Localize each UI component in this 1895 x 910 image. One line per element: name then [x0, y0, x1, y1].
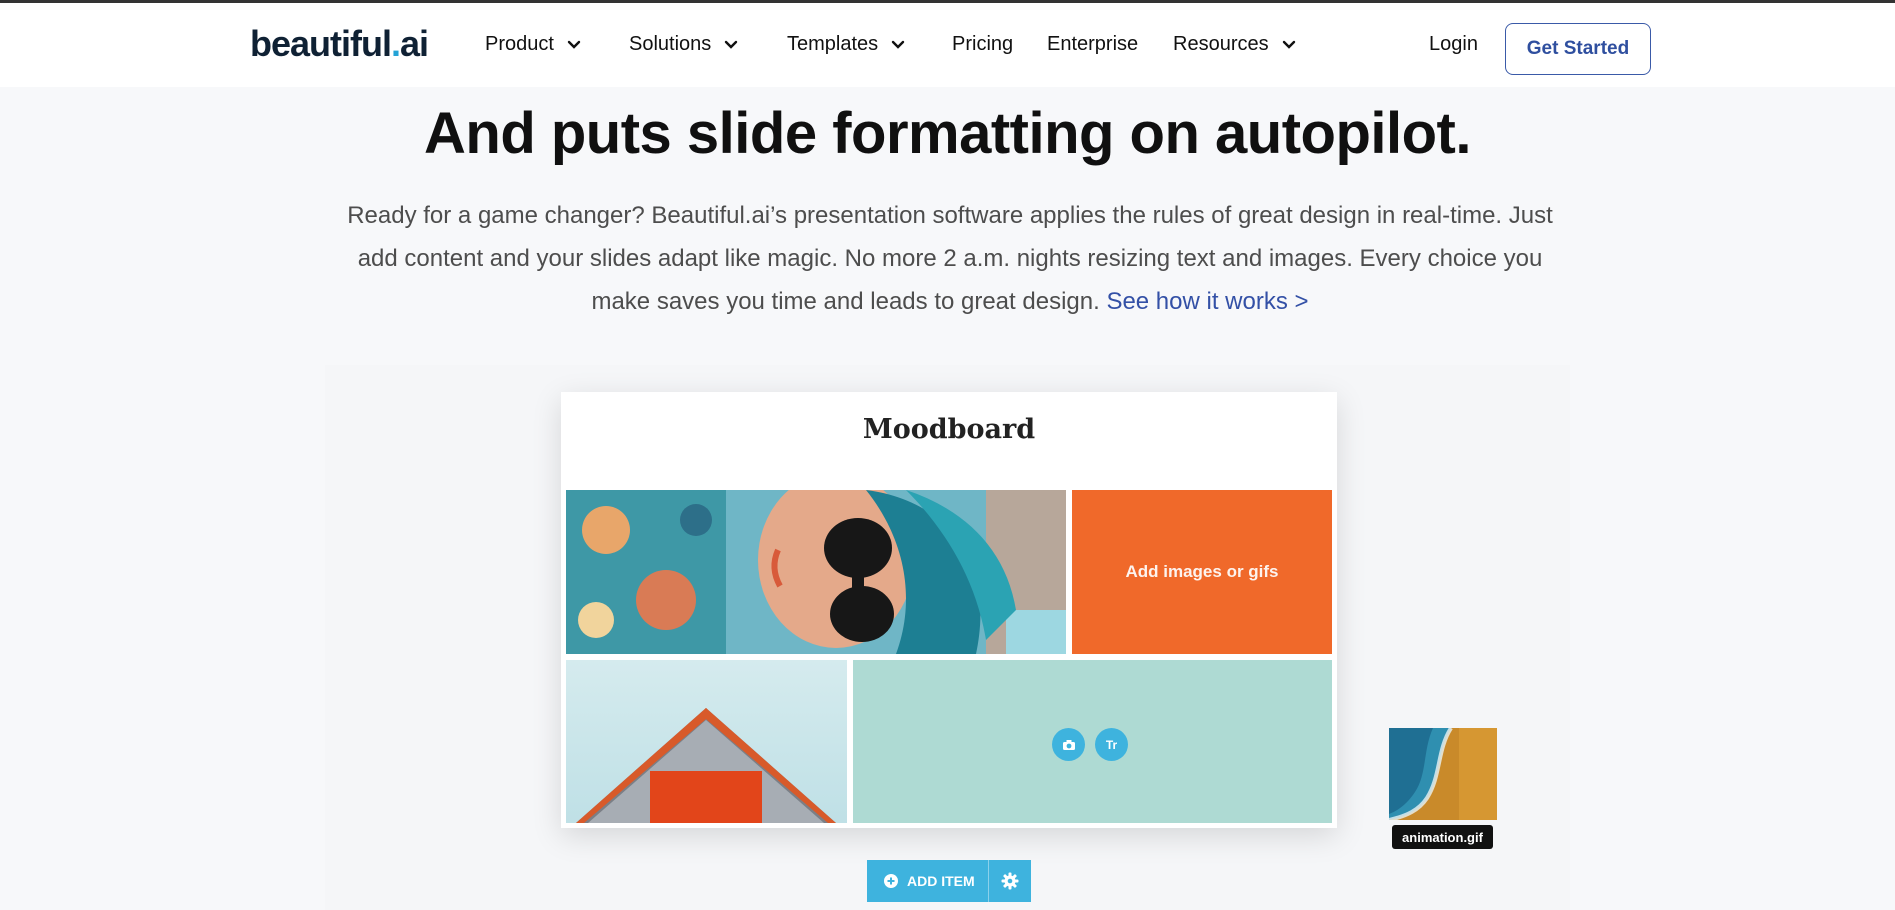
add-item-label: ADD ITEM	[907, 873, 975, 889]
nav-item-pricing[interactable]: Pricing	[952, 33, 1013, 56]
chevron-down-icon	[891, 40, 905, 49]
add-item-button[interactable]: ADD ITEM	[867, 860, 989, 902]
slide-title[interactable]: Moodboard	[561, 414, 1337, 445]
moodboard-slide[interactable]: Moodboard Add images or gifs Tr	[561, 392, 1337, 828]
nav-item-enterprise[interactable]: Enterprise	[1047, 33, 1138, 56]
nav-item-label: Pricing	[952, 33, 1014, 55]
nav-item-label: Solutions	[629, 33, 712, 55]
roof-photo	[576, 708, 836, 823]
hero-description: Ready for a game changer? Beautiful.ai’s…	[340, 194, 1560, 323]
chevron-down-icon	[1282, 40, 1295, 49]
nav-item-product[interactable]: Product	[485, 33, 584, 56]
logo-suffix: ai	[400, 23, 429, 64]
nav-item-label: Templates	[787, 33, 879, 55]
camera-icon[interactable]	[1052, 728, 1085, 761]
gear-icon	[1001, 872, 1019, 890]
get-started-button[interactable]: Get Started	[1505, 23, 1651, 75]
file-name-tooltip: animation.gif	[1392, 825, 1493, 849]
hero-description-text: Ready for a game changer? Beautiful.ai’s…	[347, 202, 1553, 315]
nav-item-label: Resources	[1173, 33, 1269, 55]
logo[interactable]: beautiful.ai	[250, 23, 429, 65]
logo-text: beautiful	[250, 23, 392, 64]
text-icon[interactable]: Tr	[1095, 728, 1128, 761]
logo-dot: .	[391, 23, 401, 64]
chevron-down-icon	[567, 40, 581, 49]
photo-tile-woman-sunglasses[interactable]	[566, 490, 1066, 654]
see-how-it-works-link[interactable]: See how it works >	[1106, 288, 1308, 315]
empty-tile[interactable]: Tr	[853, 660, 1332, 823]
chevron-down-icon	[725, 40, 738, 49]
dragged-gif-thumbnail[interactable]	[1389, 728, 1497, 820]
nav-item-solutions[interactable]: Solutions	[629, 33, 741, 56]
woman-sunglasses-photo	[566, 490, 1066, 654]
nav-item-label: Enterprise	[1047, 33, 1139, 55]
add-images-label: Add images or gifs	[1125, 562, 1279, 581]
nav-item-resources[interactable]: Resources	[1173, 33, 1299, 56]
top-navbar: beautiful.ai Product Solutions Templates…	[0, 3, 1895, 87]
settings-gear-button[interactable]	[989, 860, 1031, 902]
photo-tile-roof[interactable]	[566, 660, 847, 823]
nav-item-label: Product	[485, 33, 554, 55]
add-item-toolbar: ADD ITEM	[867, 860, 1031, 902]
plus-circle-icon	[884, 874, 898, 888]
hero-headline: And puts slide formatting on autopilot.	[424, 101, 1471, 166]
login-link[interactable]: Login	[1429, 33, 1478, 56]
add-images-placeholder[interactable]: Add images or gifs	[1072, 490, 1332, 654]
beach-aerial-image	[1389, 728, 1497, 820]
nav-item-templates[interactable]: Templates	[787, 33, 908, 56]
